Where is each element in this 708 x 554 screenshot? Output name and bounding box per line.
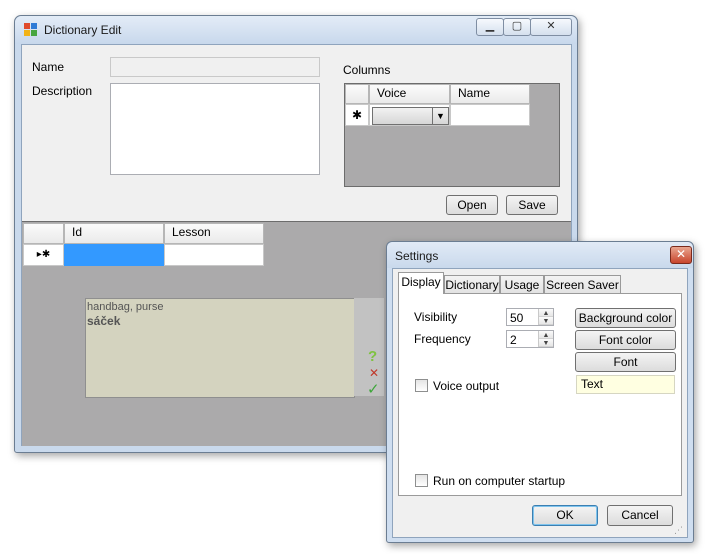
spin-down-icon[interactable]: ▼	[539, 339, 553, 347]
font-button[interactable]: Font	[575, 352, 676, 372]
columns-corner-header	[345, 84, 369, 104]
voice-dropdown[interactable]: ▼	[372, 107, 449, 125]
current-row-marker[interactable]: ▸✱	[23, 244, 64, 266]
check-icon[interactable]: ✓	[367, 380, 380, 398]
run-on-startup-checkbox[interactable]	[415, 474, 428, 487]
window-title: Dictionary Edit	[44, 23, 122, 37]
column-header-lesson[interactable]: Lesson	[164, 223, 264, 244]
display-tab-page: Visibility 50 ▲ ▼ Frequency 2 ▲ ▼ Backgrou…	[398, 293, 682, 496]
minimize-button[interactable]: ▁	[476, 18, 504, 36]
preview-card: handbag, purse sáček	[85, 298, 355, 398]
text-sample: Text	[576, 375, 675, 394]
frequency-stepper[interactable]: 2 ▲ ▼	[506, 330, 554, 348]
resize-grip-icon[interactable]: ⋰	[674, 525, 683, 536]
voice-output-label[interactable]: Voice output	[433, 379, 499, 393]
visibility-stepper[interactable]: 50 ▲ ▼	[506, 308, 554, 326]
columns-label: Columns	[343, 63, 391, 77]
column-header-id[interactable]: Id	[64, 223, 164, 244]
tab-screen-saver[interactable]: Screen Saver	[544, 275, 621, 294]
id-cell[interactable]	[64, 244, 164, 266]
visibility-value: 50	[510, 311, 524, 325]
close-icon: ✕	[546, 20, 556, 32]
save-button[interactable]: Save	[506, 195, 558, 215]
column-header-name[interactable]: Name	[450, 84, 530, 104]
spin-down-icon[interactable]: ▼	[539, 317, 553, 325]
settings-title: Settings	[395, 249, 439, 263]
close-button[interactable]: ✕	[530, 18, 572, 36]
settings-close-button[interactable]: ✕	[670, 246, 692, 264]
preview-meaning: handbag, purse	[87, 301, 164, 313]
spin-up-icon[interactable]: ▲	[539, 309, 553, 317]
font-color-button[interactable]: Font color	[575, 330, 676, 350]
visibility-label: Visibility	[414, 310, 458, 324]
run-on-startup-label[interactable]: Run on computer startup	[433, 474, 565, 488]
description-field[interactable]	[110, 83, 320, 175]
cancel-button[interactable]: Cancel	[607, 505, 673, 526]
question-icon[interactable]: ?	[368, 348, 377, 365]
tab-usage[interactable]: Usage	[500, 275, 544, 294]
column-header-voice[interactable]: Voice	[369, 84, 450, 104]
name-cell[interactable]	[450, 104, 530, 126]
preview-word: sáček	[87, 314, 121, 328]
background-color-button[interactable]: Background color	[575, 308, 676, 328]
settings-dialog: Settings ✕ Display Dictionary Usage Scre…	[386, 241, 694, 543]
frequency-value: 2	[510, 333, 517, 347]
open-button[interactable]: Open	[446, 195, 498, 215]
preview-side-panel: ? ✕ ✓	[354, 298, 384, 398]
voice-output-checkbox[interactable]	[415, 379, 428, 392]
tab-dictionary[interactable]: Dictionary	[444, 275, 500, 294]
new-row-marker[interactable]: ✱	[345, 104, 369, 126]
close-icon: ✕	[675, 247, 687, 261]
title-bar[interactable]: Dictionary Edit ▁ ▢ ✕	[15, 16, 577, 44]
lessons-corner-header	[23, 223, 64, 244]
description-label: Description	[32, 84, 93, 98]
name-field[interactable]	[110, 57, 320, 77]
app-icon	[24, 23, 37, 36]
settings-client-area: Display Dictionary Usage Screen Saver Vi…	[392, 268, 688, 538]
spin-up-icon[interactable]: ▲	[539, 331, 553, 339]
minimize-icon: ▁	[485, 20, 495, 32]
ok-button[interactable]: OK	[532, 505, 598, 526]
frequency-label: Frequency	[414, 332, 471, 346]
name-label: Name	[32, 60, 65, 74]
columns-grid[interactable]: Voice Name ✱ ▼	[344, 83, 560, 187]
lesson-cell[interactable]	[164, 244, 264, 266]
maximize-button[interactable]: ▢	[503, 18, 531, 36]
voice-cell[interactable]: ▼	[369, 104, 450, 126]
settings-title-bar[interactable]: Settings ✕	[387, 242, 693, 268]
maximize-icon: ▢	[511, 20, 523, 32]
tab-display[interactable]: Display	[398, 272, 444, 294]
chevron-down-icon[interactable]: ▼	[432, 108, 448, 124]
cross-icon[interactable]: ✕	[369, 366, 379, 380]
